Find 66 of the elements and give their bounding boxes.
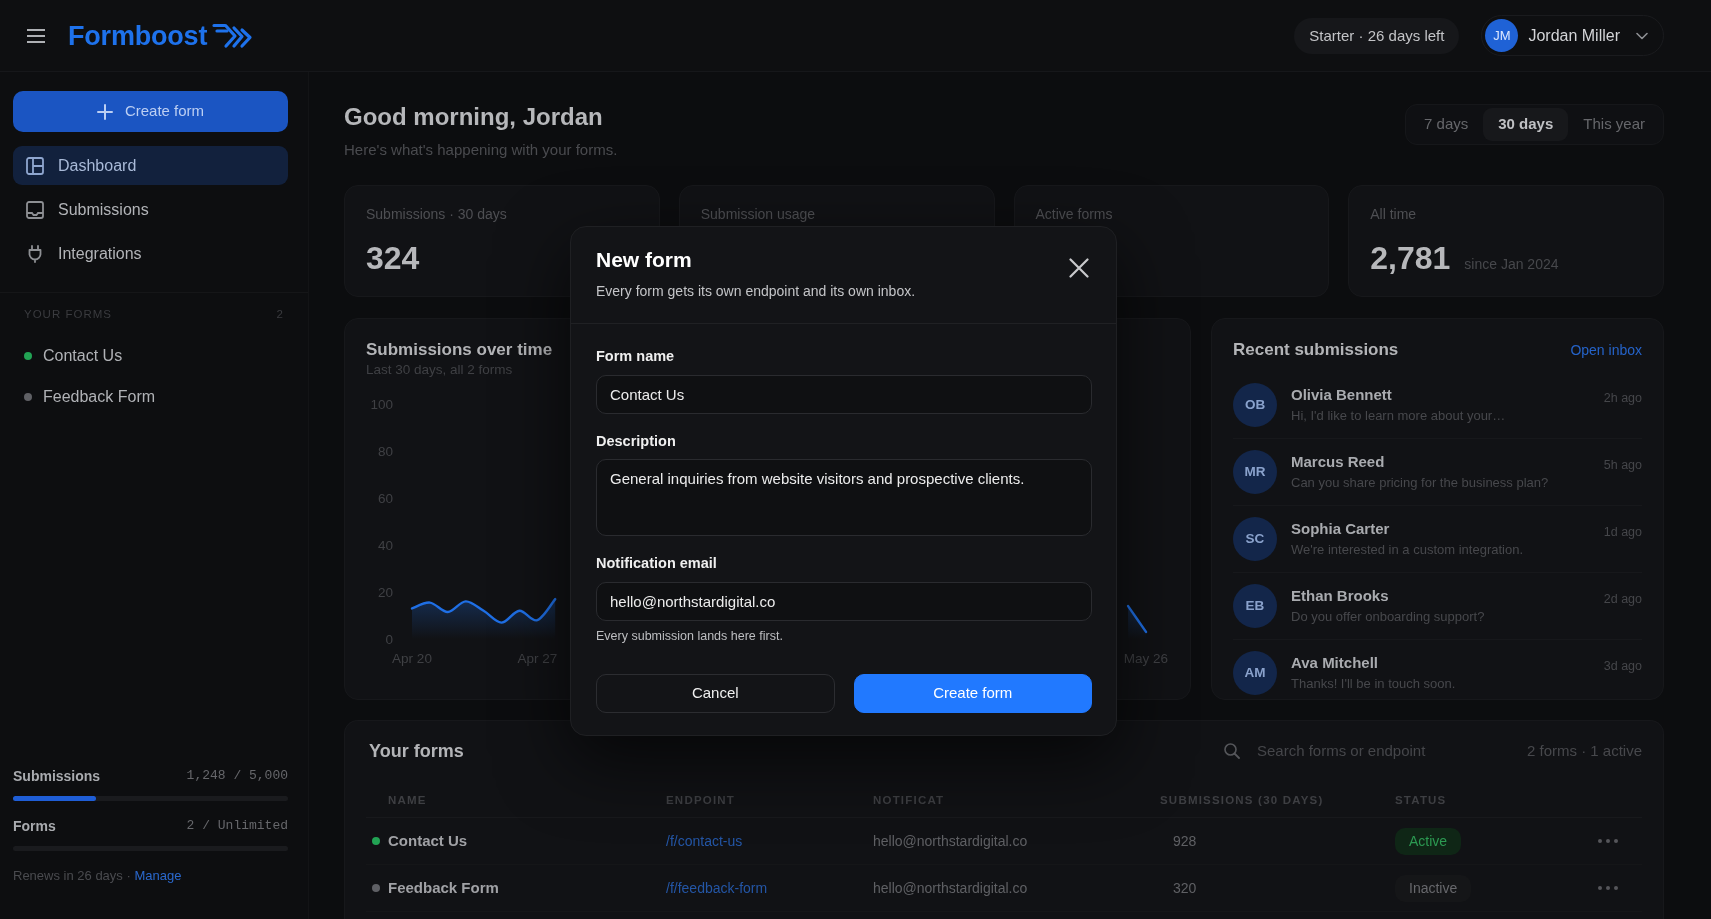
stat-label: Submission usage [700,205,816,223]
input-field[interactable]: Contact Us [596,375,1092,414]
usage-label: Forms [13,816,56,836]
stat-value: 324 [366,240,420,276]
close-icon[interactable] [1069,258,1089,278]
manage-link[interactable]: Manage [134,868,182,883]
table-cell-text: hello@northstardigital.co [873,831,1028,851]
layout-panel-icon [26,156,44,175]
status-badge: Active [1395,827,1462,855]
table-cell-text: hello@northstardigital.co [873,878,1028,898]
avatar: SC [1233,517,1277,561]
field-label: Notification email [596,554,717,573]
sidebar-form-item[interactable]: Feedback Form [13,376,288,417]
field-hint: Every submission lands here first. [596,628,783,644]
card-title: Recent submissions [1233,339,1399,361]
logo-text[interactable]: Formboost [68,19,208,52]
textarea-field[interactable]: General inquiries from website visitors and prospective clients. [596,459,1092,536]
chart-title: Submissions over time [366,339,553,361]
range-tab[interactable]: 30 days [1483,108,1569,141]
field-label: Description [596,432,676,451]
card-title: Your forms [369,740,464,762]
sidebar-nav-item[interactable]: Submissions [13,190,288,229]
input-field[interactable]: hello@northstardigital.co [596,582,1092,621]
avatar: AM [1233,651,1277,695]
avatar: EB [1233,584,1277,628]
sender-name[interactable]: Sophia Carter [1291,519,1390,538]
table-cell-text: 928 [1173,831,1197,851]
create-form-button[interactable]: Create form [13,91,288,132]
usage-label: Submissions [13,766,101,786]
stat-label: Submissions · 30 days [366,205,507,223]
sender-name[interactable]: Ava Mitchell [1291,653,1378,672]
sender-name[interactable]: Olivia Bennett [1291,385,1392,404]
form-name[interactable]: Feedback Form [388,876,499,900]
table-cell-text: 320 [1173,878,1197,898]
status-badge: Inactive [1395,874,1472,902]
sender-name[interactable]: Ethan Brooks [1291,586,1389,605]
cancel-button[interactable]: Cancel [596,674,835,713]
chevron-down-icon [1636,31,1648,40]
logo-chevrons-icon [212,22,254,49]
more-icon[interactable] [1598,839,1618,843]
avatar: OB [1233,383,1277,427]
sidebar-nav-item[interactable]: Dashboard [13,146,288,185]
dialog-subtitle: Every form gets its own endpoint and its own inbox. [596,282,916,301]
usage-reading: 1,248 / 5,000 [186,767,288,786]
form-name[interactable]: Contact Us [388,829,468,853]
greeting-subtitle: Here's what's happening with your forms. [344,140,618,160]
stat-label: Active forms [1035,205,1113,223]
sender-name[interactable]: Marcus Reed [1291,452,1385,471]
stat-value: 2,781 [1370,240,1451,276]
greeting-title: Good morning, Jordan [344,102,604,132]
plan-badge: Starter · 26 days left [1294,17,1460,54]
dialog-title: New form [596,247,692,273]
field-label: Form name [596,347,675,366]
stat-label: All time [1370,205,1417,223]
sidebar-form-item[interactable]: Contact Us [13,335,288,376]
inbox-icon [26,200,44,219]
plug-icon [26,244,44,263]
usage-reading: 2 / Unlimited [186,817,288,836]
avatar: JM [1485,19,1519,52]
menu-icon[interactable] [27,28,45,43]
create-form-button[interactable]: Create form [853,674,1092,713]
sidebar-nav-item[interactable]: Integrations [13,234,288,273]
avatar: MR [1233,450,1277,494]
search-icon [1223,743,1240,759]
plus-icon [96,103,113,120]
more-icon[interactable] [1598,886,1618,890]
